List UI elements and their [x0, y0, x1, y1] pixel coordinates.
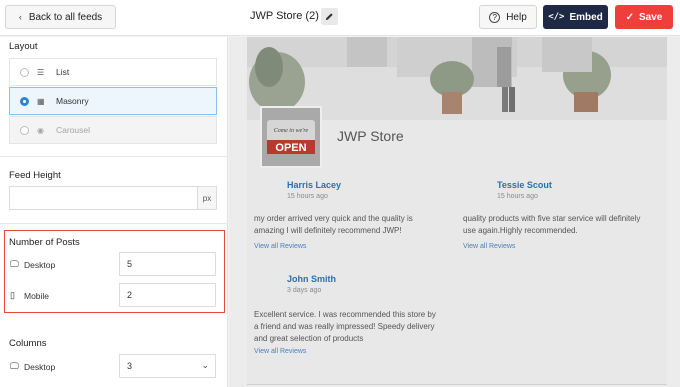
- number-of-posts-heading: Number of Posts: [9, 237, 80, 248]
- radio-list[interactable]: [20, 67, 29, 77]
- back-button-label: Back to all feeds: [28, 11, 103, 23]
- code-icon: </>: [548, 12, 565, 22]
- layout-option-label: List: [56, 67, 70, 77]
- mobile-icon: ▯: [10, 290, 15, 300]
- review-text-line: amazing I will definitely recommend JWP!: [254, 226, 402, 235]
- feed-title: JWP Store (2): [250, 10, 319, 22]
- edit-title-button[interactable]: [321, 8, 338, 25]
- layout-option-label: Masonry: [56, 96, 89, 106]
- section-divider: [0, 223, 228, 224]
- review-text: my order arrived very quick and the qual…: [254, 213, 454, 237]
- layout-option-label: Carousel: [56, 125, 91, 135]
- back-to-feeds-button[interactable]: ‹ Back to all feeds: [5, 5, 116, 29]
- feed-height-input[interactable]: [9, 186, 198, 210]
- columns-desktop-select[interactable]: 3 ⌄: [119, 354, 216, 378]
- columns-desktop-value: 3: [127, 361, 133, 371]
- help-label: Help: [506, 11, 527, 23]
- reviewer-name[interactable]: Tessie Scout: [497, 180, 552, 190]
- reviewer-name[interactable]: Harris Lacey: [287, 180, 341, 190]
- mobile-label: Mobile: [24, 291, 50, 301]
- review-text-line: and great selection of products: [254, 334, 364, 343]
- layout-option-carousel[interactable]: ◉ Carousel: [9, 116, 217, 144]
- radio-carousel[interactable]: [20, 125, 29, 135]
- reviews-feed-card: OPEN Come in we're JWP Store Harris Lace…: [247, 37, 667, 385]
- question-icon: ?: [489, 11, 501, 23]
- feed-bottom-divider: [247, 384, 667, 385]
- review-text-line: Excellent service. I was recommended thi…: [254, 310, 436, 319]
- save-label: Save: [639, 11, 663, 23]
- chevron-down-icon: ⌄: [201, 360, 209, 370]
- check-icon: ✓: [625, 11, 635, 23]
- pencil-icon: [325, 13, 333, 21]
- store-avatar: OPEN Come in we're: [260, 106, 322, 168]
- review-time: 15 hours ago: [287, 193, 328, 200]
- columns-heading: Columns: [9, 338, 47, 349]
- view-all-reviews-link[interactable]: View all Reviews: [254, 243, 306, 250]
- open-sign-top-text: Come in we're: [274, 128, 309, 134]
- desktop-label: Desktop: [24, 260, 56, 270]
- settings-sidebar: Layout ☰ List ▦ Masonry ◉ Carousel Feed …: [0, 37, 228, 387]
- review-time: 3 days ago: [287, 287, 322, 294]
- open-sign-image: OPEN Come in we're: [262, 108, 320, 166]
- help-button[interactable]: ? Help: [479, 5, 537, 29]
- layout-heading: Layout: [9, 41, 38, 52]
- desktop-posts-input[interactable]: 5: [119, 252, 216, 276]
- columns-desktop-label: Desktop: [24, 362, 56, 372]
- review-text-line: a friend and was really impressed! Speed…: [254, 322, 435, 331]
- desktop-icon: 🖵: [10, 361, 19, 371]
- view-all-reviews-link[interactable]: View all Reviews: [254, 348, 306, 355]
- masonry-icon: ▦: [37, 96, 45, 106]
- review-text-line: quality products with five star service …: [463, 214, 641, 223]
- view-all-reviews-link[interactable]: View all Reviews: [463, 243, 515, 250]
- radio-masonry[interactable]: [20, 96, 29, 106]
- store-name: JWP Store: [337, 128, 404, 144]
- feed-preview: OPEN Come in we're JWP Store Harris Lace…: [229, 37, 680, 387]
- review-text-line: use again.Highly recommended.: [463, 226, 578, 235]
- section-divider: [0, 156, 228, 157]
- review-text-line: my order arrived very quick and the qual…: [254, 214, 413, 223]
- reviewer-name[interactable]: John Smith: [287, 274, 336, 284]
- embed-button[interactable]: </> Embed: [543, 5, 608, 29]
- open-sign-text: OPEN: [275, 142, 306, 154]
- feed-height-heading: Feed Height: [9, 170, 61, 181]
- layout-option-list[interactable]: ☰ List: [9, 58, 217, 86]
- mobile-posts-input[interactable]: 2: [119, 283, 216, 307]
- feed-height-unit: px: [197, 186, 217, 210]
- review-text: Excellent service. I was recommended thi…: [254, 309, 459, 345]
- top-toolbar: ‹ Back to all feeds JWP Store (2) ? Help…: [0, 0, 680, 36]
- review-text: quality products with five star service …: [463, 213, 667, 237]
- list-icon: ☰: [37, 67, 45, 77]
- review-time: 15 hours ago: [497, 193, 538, 200]
- carousel-icon: ◉: [37, 125, 44, 135]
- layout-option-masonry[interactable]: ▦ Masonry: [9, 87, 217, 115]
- chevron-left-icon: ‹: [18, 12, 22, 22]
- embed-label: Embed: [569, 11, 603, 23]
- desktop-icon: 🖵: [10, 259, 19, 269]
- save-button[interactable]: ✓ Save: [615, 5, 673, 29]
